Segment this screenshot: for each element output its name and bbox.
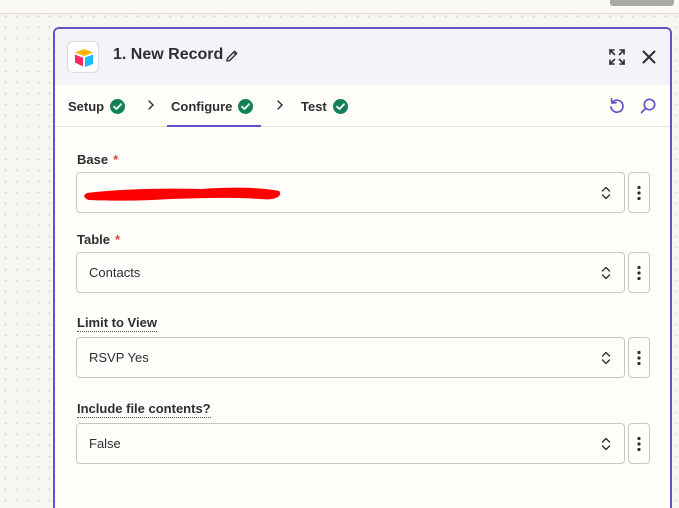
check-circle-icon xyxy=(238,98,254,114)
up-down-caret-icon xyxy=(601,351,611,365)
tab-setup[interactable]: Setup xyxy=(68,85,126,127)
redaction-mark xyxy=(84,187,281,201)
view-select[interactable]: RSVP Yes xyxy=(76,337,625,378)
view-more-button[interactable] xyxy=(628,337,650,378)
tab-label: Test xyxy=(301,98,327,114)
tab-label: Configure xyxy=(171,98,233,114)
file-contents-select-value: False xyxy=(89,436,121,451)
tab-test[interactable]: Test xyxy=(301,85,348,127)
file-contents-label: Include file contents? xyxy=(77,401,211,418)
base-select[interactable] xyxy=(76,172,625,213)
vertical-dots-icon xyxy=(637,436,641,452)
chevron-right-icon xyxy=(277,100,283,110)
table-label: Table * xyxy=(77,232,120,247)
view-select-value: RSVP Yes xyxy=(89,350,149,365)
base-label: Base * xyxy=(77,152,118,167)
pencil-icon[interactable] xyxy=(225,49,239,63)
tab-configure[interactable]: Configure xyxy=(171,85,254,127)
step-tabs: Setup Configure Test xyxy=(55,85,670,127)
required-marker: * xyxy=(115,232,121,247)
file-contents-select[interactable]: False xyxy=(76,423,625,464)
top-bar-button[interactable] xyxy=(610,0,674,6)
up-down-caret-icon xyxy=(601,186,611,200)
vertical-dots-icon xyxy=(637,185,641,201)
step-editor-panel: 1. New Record Setup Configure Test Base … xyxy=(53,27,672,508)
base-more-button[interactable] xyxy=(628,172,650,213)
close-icon[interactable] xyxy=(641,49,657,65)
undo-icon[interactable] xyxy=(608,97,626,115)
table-select-value: Contacts xyxy=(89,265,141,280)
up-down-caret-icon xyxy=(601,437,611,451)
active-tab-indicator xyxy=(167,125,261,127)
search-icon[interactable] xyxy=(639,97,657,115)
check-circle-icon xyxy=(332,98,348,114)
table-label-text: Table xyxy=(77,232,110,247)
vertical-dots-icon xyxy=(637,265,641,281)
required-marker: * xyxy=(113,152,119,167)
table-more-button[interactable] xyxy=(628,252,650,293)
view-label: Limit to View xyxy=(77,315,157,332)
table-select[interactable]: Contacts xyxy=(76,252,625,293)
base-label-text: Base xyxy=(77,152,109,167)
chevron-right-icon xyxy=(148,100,154,110)
up-down-caret-icon xyxy=(601,266,611,280)
check-circle-icon xyxy=(110,98,126,114)
step-title: 1. New Record xyxy=(113,46,224,63)
expand-icon[interactable] xyxy=(608,48,626,66)
vertical-dots-icon xyxy=(637,350,641,366)
airtable-logo-icon xyxy=(67,41,99,73)
panel-header: 1. New Record xyxy=(55,29,670,85)
file-contents-more-button[interactable] xyxy=(628,423,650,464)
tab-label: Setup xyxy=(68,98,105,114)
top-bar xyxy=(0,0,679,14)
